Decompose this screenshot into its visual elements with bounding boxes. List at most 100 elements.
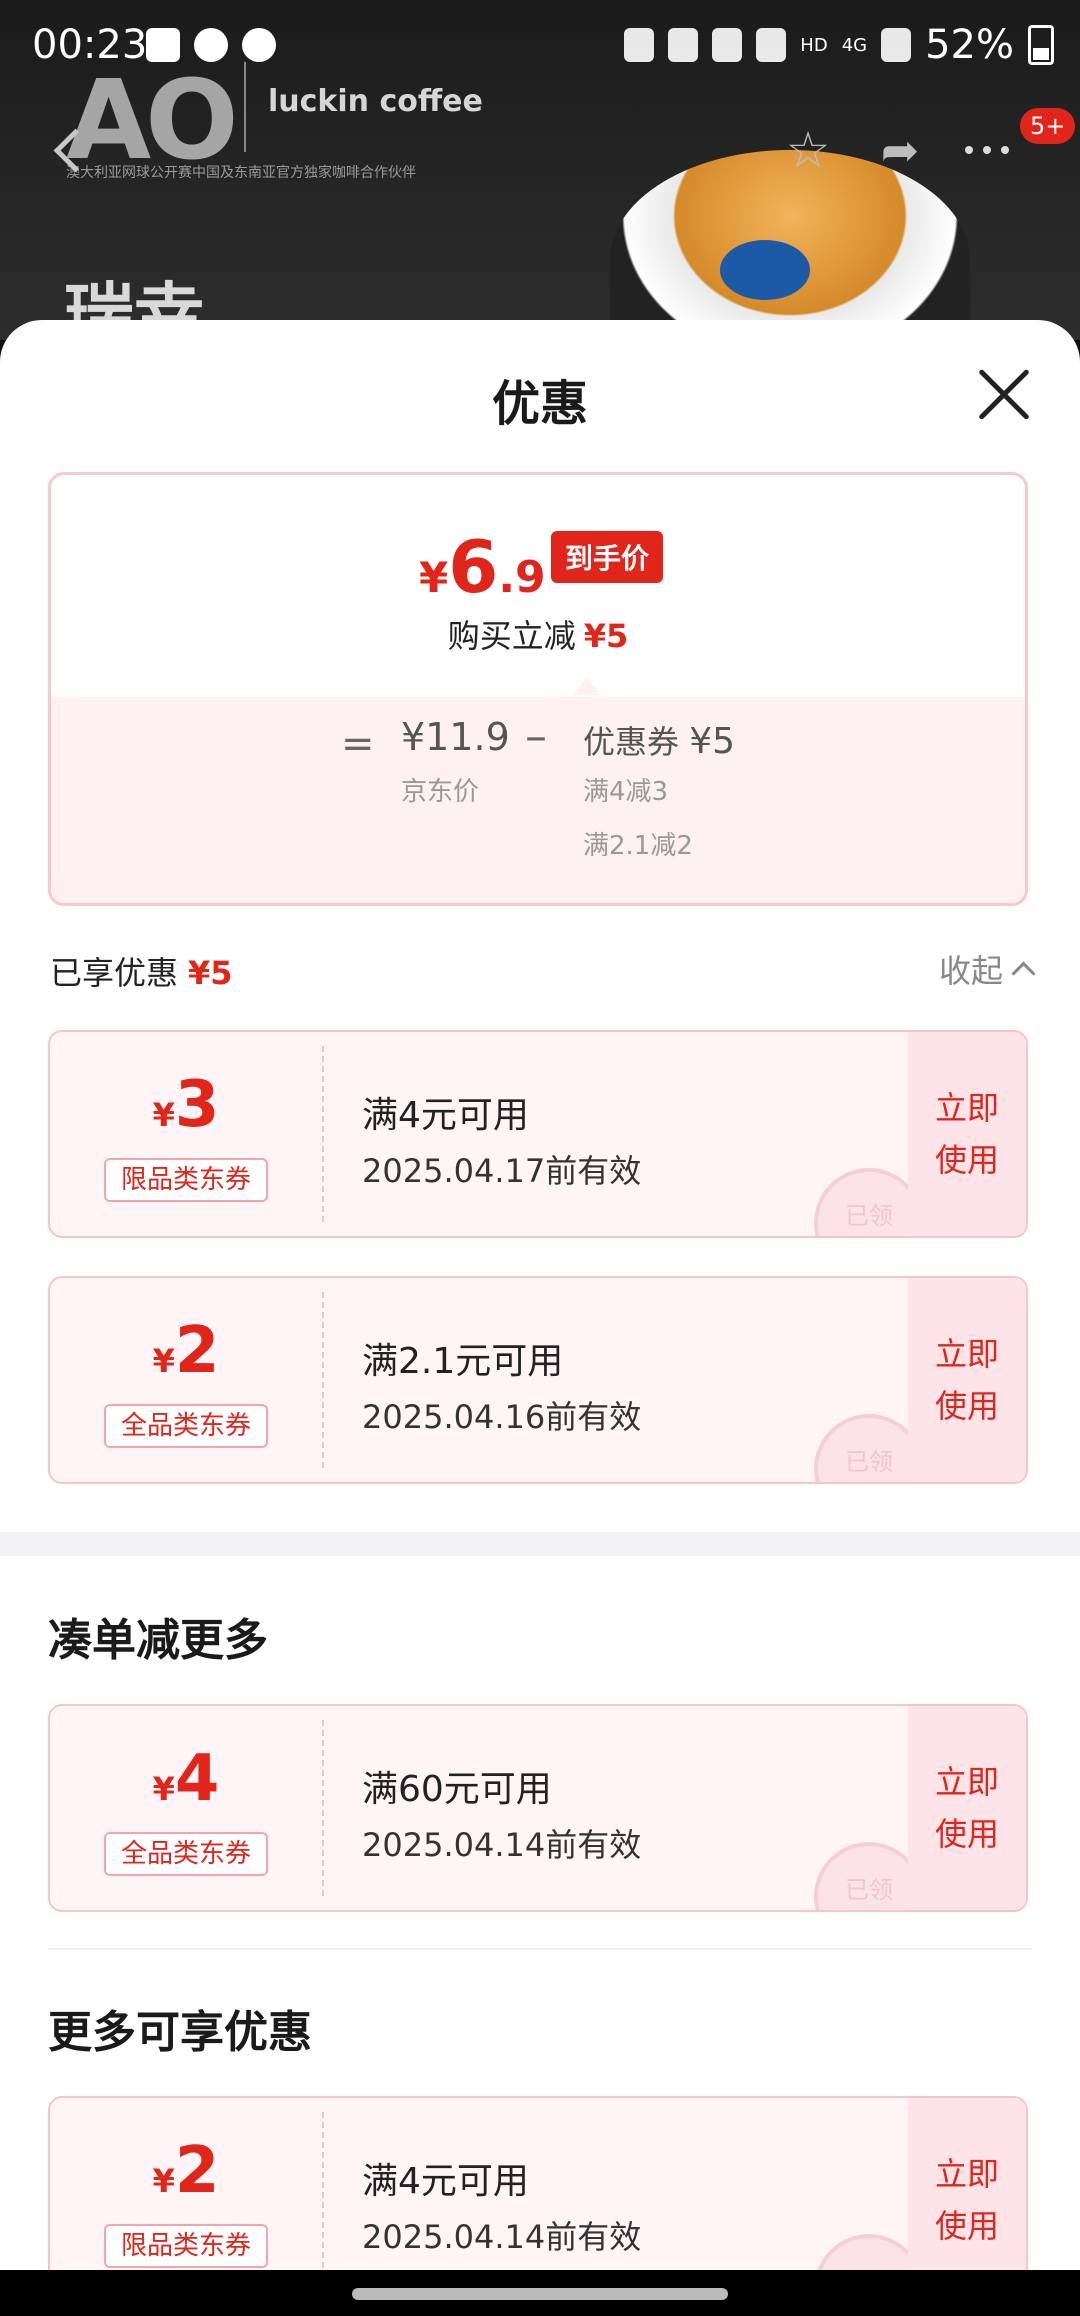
collapse-label: 收起 bbox=[938, 952, 1003, 990]
coupon-currency: ¥ bbox=[152, 1342, 175, 1380]
signal-icon bbox=[881, 28, 912, 62]
network-label: 4G bbox=[841, 34, 868, 56]
enjoyed-amount: ¥5 bbox=[188, 954, 233, 992]
final-price-currency: ¥ bbox=[419, 553, 449, 602]
coupon-rule: 满4减3 bbox=[583, 777, 669, 807]
coupon-currency: ¥ bbox=[152, 2162, 175, 2200]
jd-price-label: 京东价 bbox=[401, 777, 480, 807]
coupon-card: ¥2 限品类东券 满4元可用 2025.04.14前有效 已领 立即使用 bbox=[48, 2096, 1028, 2270]
status-bar: 00:23 HD 4G 52% bbox=[0, 0, 1080, 96]
coupon-value: 2 bbox=[174, 2134, 220, 2208]
use-now-label: 立即使用 bbox=[934, 1089, 999, 1179]
share-button[interactable]: ➦ bbox=[868, 108, 932, 192]
cup-logo-image bbox=[720, 240, 810, 300]
coupon-card: ¥4 全品类东券 满60元可用 2025.04.14前有效 已领 立即使用 bbox=[48, 1704, 1028, 1912]
compass-icon bbox=[194, 28, 228, 62]
battery-saver-icon bbox=[624, 28, 655, 62]
use-now-button[interactable]: 立即使用 bbox=[908, 1278, 1026, 1482]
use-now-label: 立即使用 bbox=[934, 2155, 999, 2245]
reduction-amount: ¥5 bbox=[583, 617, 629, 655]
coupon-currency: ¥ bbox=[152, 1096, 175, 1134]
coupon-expiry: 2025.04.17前有效 bbox=[362, 1152, 642, 1190]
coupon-value: 2 bbox=[174, 1314, 220, 1388]
coupon-condition: 满2.1元可用 bbox=[362, 1341, 564, 1382]
coupon-currency: ¥ bbox=[152, 1770, 175, 1808]
coupon-type: 全品类东券 bbox=[104, 1832, 268, 1876]
coupon-total-label: 优惠券 bbox=[583, 723, 680, 761]
back-button[interactable] bbox=[24, 108, 114, 192]
coupon-type: 限品类东券 bbox=[104, 1158, 268, 1202]
jd-price: ¥11.9 bbox=[401, 715, 510, 759]
coupon-condition: 满4元可用 bbox=[362, 2161, 529, 2202]
coupon-card: ¥2 全品类东券 满2.1元可用 2025.04.16前有效 已领 立即使用 bbox=[48, 1276, 1028, 1484]
final-price-tag: 到手价 bbox=[551, 531, 664, 583]
chevron-up-icon bbox=[1011, 960, 1036, 986]
coupon-divider bbox=[322, 1046, 324, 1222]
coupon-divider bbox=[322, 1292, 324, 1468]
status-right: HD 4G 52% bbox=[624, 22, 1054, 68]
discount-sheet: 优惠 ¥ 6 .9 到手价 购买立减 ¥5 = ¥11.9 京东价 – 优惠券 ¥… bbox=[0, 320, 1080, 2270]
section-separator bbox=[48, 1948, 1032, 1950]
reduction-label: 购买立减 bbox=[447, 617, 576, 655]
use-now-label: 立即使用 bbox=[934, 1763, 999, 1853]
coupon-value: 4 bbox=[174, 1742, 220, 1816]
collapse-button[interactable]: 收起 bbox=[938, 946, 1036, 992]
more-available-title: 更多可享优惠 bbox=[48, 2007, 312, 2058]
final-price-integer: 6 bbox=[448, 525, 499, 609]
battery-icon bbox=[1028, 25, 1054, 65]
alarm-icon bbox=[668, 28, 699, 62]
hd-label: HD bbox=[800, 34, 828, 56]
section-divider bbox=[0, 1532, 1080, 1556]
enjoyed-label: 已享优惠 bbox=[50, 954, 179, 992]
status-time: 00:23 bbox=[32, 22, 148, 68]
notification-icons bbox=[146, 28, 276, 62]
do-not-disturb-icon bbox=[242, 28, 276, 62]
use-now-button[interactable]: 立即使用 bbox=[908, 1706, 1026, 1910]
price-top: ¥ 6 .9 到手价 购买立减 ¥5 bbox=[51, 475, 1025, 695]
favorite-button[interactable]: ☆ bbox=[776, 108, 840, 192]
gallery-icon bbox=[146, 28, 180, 62]
final-price-decimal: .9 bbox=[498, 552, 546, 603]
coupon-amount: ¥2 bbox=[50, 1314, 322, 1388]
coupon-type: 限品类东券 bbox=[104, 2224, 268, 2268]
final-price: ¥ 6 .9 bbox=[419, 525, 546, 609]
home-indicator[interactable] bbox=[352, 2288, 728, 2300]
coupon-divider bbox=[322, 2112, 324, 2270]
message-badge: 5+ bbox=[1020, 108, 1076, 144]
coupon-amount: ¥3 bbox=[50, 1068, 322, 1142]
coupon-amount: ¥4 bbox=[50, 1742, 322, 1816]
coupon-card: ¥3 限品类东券 满4元可用 2025.04.17前有效 已领 立即使用 bbox=[48, 1030, 1028, 1238]
use-now-button[interactable]: 立即使用 bbox=[908, 1032, 1026, 1236]
coupon-expiry: 2025.04.16前有效 bbox=[362, 1398, 642, 1436]
battery-percent: 52% bbox=[925, 22, 1014, 68]
instant-reduction: 购买立减 ¥5 bbox=[51, 611, 1025, 657]
equals-sign: = bbox=[341, 721, 375, 767]
mute-icon bbox=[712, 28, 743, 62]
star-icon: ☆ bbox=[785, 121, 831, 179]
close-button[interactable] bbox=[976, 368, 1032, 424]
minus-sign: – bbox=[525, 711, 547, 762]
coupon-value: 3 bbox=[174, 1068, 220, 1142]
coupon-total-amount: ¥5 bbox=[689, 721, 735, 762]
share-icon: ➦ bbox=[880, 123, 920, 177]
coupon-condition: 满60元可用 bbox=[362, 1769, 552, 1810]
breakdown-notch bbox=[573, 677, 601, 695]
coupon-amount: ¥2 bbox=[50, 2134, 322, 2208]
more-icon bbox=[965, 146, 1009, 154]
coupon-condition: 满4元可用 bbox=[362, 1095, 529, 1136]
use-now-button[interactable]: 立即使用 bbox=[908, 2098, 1026, 2270]
sheet-title: 优惠 bbox=[491, 376, 588, 432]
coupon-expiry: 2025.04.14前有效 bbox=[362, 2218, 642, 2256]
price-summary-card: ¥ 6 .9 到手价 购买立减 ¥5 = ¥11.9 京东价 – 优惠券 ¥5 满… bbox=[48, 472, 1028, 906]
coupon-rule: 满2.1减2 bbox=[583, 831, 693, 861]
coupon-expiry: 2025.04.14前有效 bbox=[362, 1826, 642, 1864]
brand-subtitle: 澳大利亚网球公开赛中国及东南亚官方独家咖啡合作伙伴 bbox=[66, 165, 416, 181]
more-discount-title: 凑单减更多 bbox=[48, 1615, 268, 1666]
more-button[interactable] bbox=[952, 108, 1022, 192]
coupon-type: 全品类东券 bbox=[104, 1404, 268, 1448]
enjoyed-discount: 已享优惠 ¥5 bbox=[50, 948, 233, 994]
coupon-divider bbox=[322, 1720, 324, 1896]
wifi-icon bbox=[756, 28, 787, 62]
coupon-total: 优惠券 ¥5 bbox=[583, 717, 735, 763]
use-now-label: 立即使用 bbox=[934, 1335, 999, 1425]
